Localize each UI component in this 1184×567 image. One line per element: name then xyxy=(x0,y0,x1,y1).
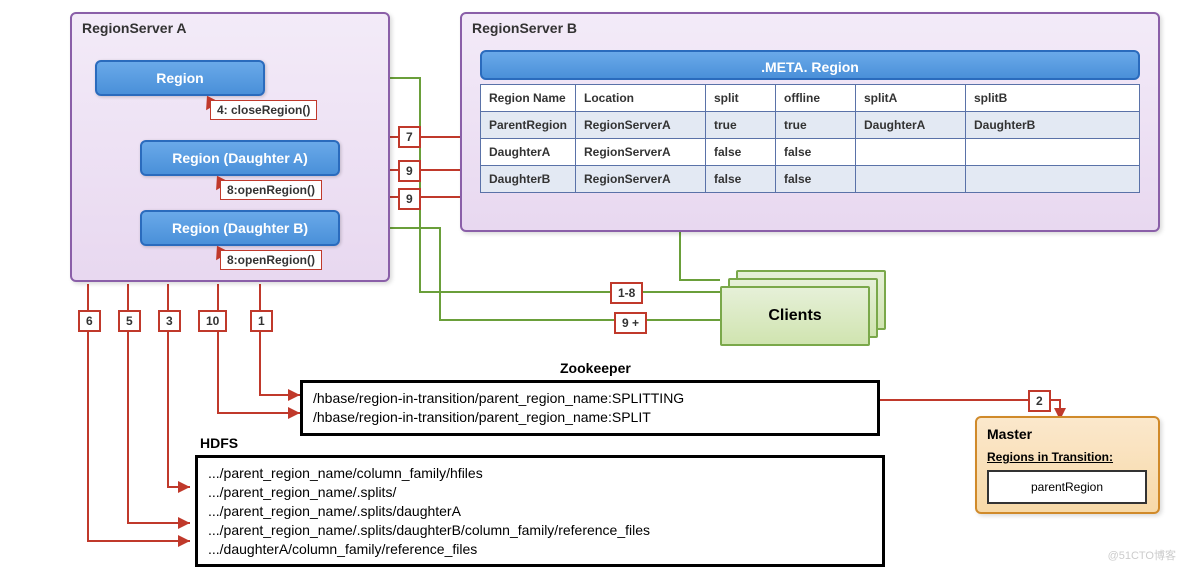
regionserver-b-title: RegionServer B xyxy=(462,14,1158,42)
meta-th: splitA xyxy=(856,85,966,112)
meta-td: true xyxy=(776,112,856,139)
meta-th: split xyxy=(706,85,776,112)
meta-td: DaughterA xyxy=(481,139,576,166)
meta-region-title: .META. Region xyxy=(480,50,1140,80)
zookeeper-line: /hbase/region-in-transition/parent_regio… xyxy=(313,408,867,427)
step-3: 3 xyxy=(158,310,181,332)
meta-td: RegionServerA xyxy=(576,112,706,139)
step-10: 10 xyxy=(198,310,227,332)
hdfs-line: .../parent_region_name/column_family/hfi… xyxy=(208,464,872,483)
hdfs-line: .../parent_region_name/.splits/ xyxy=(208,483,872,502)
meta-th: Region Name xyxy=(481,85,576,112)
meta-table: Region Name Location split offline split… xyxy=(480,84,1140,193)
watermark: @51CTO博客 xyxy=(1108,547,1176,563)
step-7: 7 xyxy=(398,126,421,148)
hdfs-box: .../parent_region_name/column_family/hfi… xyxy=(195,455,885,567)
meta-td: DaughterA xyxy=(856,112,966,139)
table-row: ParentRegion RegionServerA true true Dau… xyxy=(481,112,1140,139)
clients-label: Clients xyxy=(768,307,821,325)
master-title: Master xyxy=(987,426,1148,442)
zookeeper-title: Zookeeper xyxy=(560,360,631,376)
meta-header-row: Region Name Location split offline split… xyxy=(481,85,1140,112)
meta-th: splitB xyxy=(966,85,1140,112)
zookeeper-line: /hbase/region-in-transition/parent_regio… xyxy=(313,389,867,408)
clients-card-front: Clients xyxy=(720,286,870,346)
meta-td xyxy=(856,139,966,166)
hdfs-line: .../parent_region_name/.splits/daughterB… xyxy=(208,521,872,540)
clients-box: Clients xyxy=(720,270,890,350)
rit-table: parentRegion xyxy=(987,470,1147,504)
table-row: DaughterA RegionServerA false false xyxy=(481,139,1140,166)
regionserver-a-title: RegionServer A xyxy=(72,14,388,42)
meta-td: false xyxy=(776,166,856,193)
hdfs-title: HDFS xyxy=(200,435,238,451)
callout-open-region-b: 8:openRegion() xyxy=(220,250,322,270)
master-box: Master Regions in Transition: parentRegi… xyxy=(975,416,1160,514)
meta-td: DaughterB xyxy=(966,112,1140,139)
step-6: 6 xyxy=(78,310,101,332)
meta-td: false xyxy=(706,139,776,166)
meta-td: false xyxy=(706,166,776,193)
step-2: 2 xyxy=(1028,390,1051,412)
meta-th: Location xyxy=(576,85,706,112)
hdfs-line: .../daughterA/column_family/reference_fi… xyxy=(208,540,872,559)
callout-close-region: 4: closeRegion() xyxy=(210,100,317,120)
step-9plus: 9 + xyxy=(614,312,647,334)
zookeeper-box: /hbase/region-in-transition/parent_regio… xyxy=(300,380,880,436)
meta-td: RegionServerA xyxy=(576,166,706,193)
hdfs-line: .../parent_region_name/.splits/daughterA xyxy=(208,502,872,521)
step-1: 1 xyxy=(250,310,273,332)
meta-td: false xyxy=(776,139,856,166)
rit-cell: parentRegion xyxy=(988,471,1146,503)
meta-td: true xyxy=(706,112,776,139)
region-parent-box: Region xyxy=(95,60,265,96)
meta-td xyxy=(856,166,966,193)
meta-th: offline xyxy=(776,85,856,112)
step-5: 5 xyxy=(118,310,141,332)
step-1-8: 1-8 xyxy=(610,282,643,304)
meta-td: RegionServerA xyxy=(576,139,706,166)
table-row: DaughterB RegionServerA false false xyxy=(481,166,1140,193)
meta-td xyxy=(966,166,1140,193)
region-daughter-b-box: Region (Daughter B) xyxy=(140,210,340,246)
meta-td xyxy=(966,139,1140,166)
meta-td: DaughterB xyxy=(481,166,576,193)
step-9a: 9 xyxy=(398,160,421,182)
callout-open-region-a: 8:openRegion() xyxy=(220,180,322,200)
rit-label: Regions in Transition: xyxy=(987,450,1148,464)
step-9b: 9 xyxy=(398,188,421,210)
meta-td: ParentRegion xyxy=(481,112,576,139)
region-daughter-a-box: Region (Daughter A) xyxy=(140,140,340,176)
